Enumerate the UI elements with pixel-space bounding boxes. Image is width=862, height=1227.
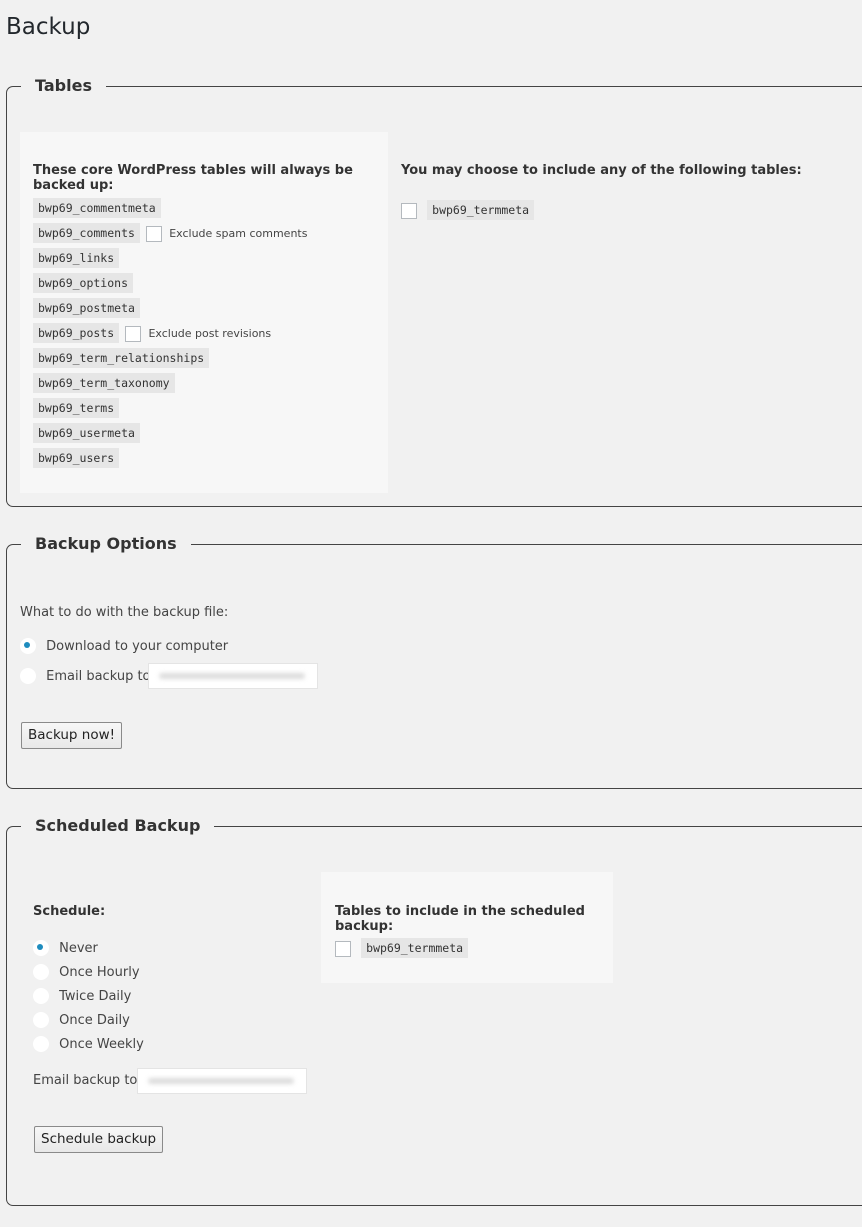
core-table-row: bwp69_options <box>33 273 134 293</box>
scheduled-table-row: bwp69_termmeta <box>335 938 469 958</box>
core-table-row: bwp69_users <box>33 448 120 468</box>
radio-once-weekly[interactable] <box>33 1036 49 1052</box>
core-tables-heading: These core WordPress tables will always … <box>33 163 353 193</box>
table-name: bwp69_term_taxonomy <box>33 373 175 393</box>
schedule-heading: Schedule: <box>33 904 106 919</box>
core-table-row: bwp69_term_taxonomy <box>33 373 175 393</box>
table-name: bwp69_postmeta <box>33 298 140 318</box>
backup-now-button[interactable]: Backup now! <box>21 722 123 749</box>
scheduled-include-termmeta-checkbox[interactable] <box>335 940 351 957</box>
radio-email-input[interactable] <box>20 668 36 684</box>
schedule-option-label[interactable]: Once Weekly <box>59 1037 144 1052</box>
radio-twice-daily[interactable] <box>33 988 49 1004</box>
core-table-row: bwp69_terms <box>33 398 120 418</box>
table-name: bwp69_term_relationships <box>33 348 210 368</box>
radio-once-daily[interactable] <box>33 1012 49 1028</box>
radio-never[interactable] <box>33 940 49 956</box>
radio-once-hourly[interactable] <box>33 964 49 980</box>
schedule-option[interactable]: Once Hourly <box>33 964 140 980</box>
blurred-email-value <box>159 673 305 679</box>
table-name: bwp69_links <box>33 248 120 268</box>
table-name: bwp69_comments <box>33 223 140 243</box>
core-table-row: bwp69_usermeta <box>33 423 140 443</box>
scheduled-email-input[interactable] <box>137 1068 307 1094</box>
scheduled-tables-heading: Tables to include in the scheduled backu… <box>335 904 585 934</box>
core-table-row: bwp69_comments Exclude spam comments <box>33 223 307 243</box>
backup-options-fieldset: Backup Options What to do with the backu… <box>6 534 862 789</box>
core-tables-panel: These core WordPress tables will always … <box>20 132 388 493</box>
radio-download-input[interactable] <box>20 638 36 654</box>
table-name: bwp69_usermeta <box>33 423 140 443</box>
schedule-option[interactable]: Twice Daily <box>33 988 131 1004</box>
schedule-option-label[interactable]: Once Hourly <box>59 965 139 980</box>
optional-table-row: bwp69_termmeta <box>401 200 535 220</box>
table-name: bwp69_users <box>33 448 120 468</box>
scheduled-backup-legend: Scheduled Backup <box>21 816 215 836</box>
exclude-revisions-checkbox[interactable] <box>125 325 142 342</box>
tables-legend: Tables <box>21 76 106 96</box>
schedule-option-label[interactable]: Twice Daily <box>59 989 131 1004</box>
core-table-row: bwp69_links <box>33 248 120 268</box>
radio-email[interactable]: Email backup to: <box>20 668 155 684</box>
core-table-row: bwp69_postmeta <box>33 298 140 318</box>
table-name: bwp69_termmeta <box>427 200 535 220</box>
core-table-row: bwp69_commentmeta <box>33 198 161 218</box>
schedule-option[interactable]: Once Weekly <box>33 1036 144 1052</box>
include-termmeta-checkbox[interactable] <box>401 202 417 219</box>
backup-email-input[interactable] <box>148 663 318 689</box>
exclude-spam-checkbox[interactable] <box>146 225 163 242</box>
tables-fieldset: Tables These core WordPress tables will … <box>6 76 862 507</box>
core-table-row: bwp69_posts Exclude post revisions <box>33 323 271 343</box>
optional-tables-heading: You may choose to include any of the fol… <box>401 163 802 178</box>
exclude-revisions-label[interactable]: Exclude post revisions <box>148 327 271 340</box>
page-title: Backup <box>6 14 91 40</box>
schedule-option-label[interactable]: Never <box>59 941 98 956</box>
radio-download[interactable]: Download to your computer <box>20 638 228 654</box>
schedule-backup-button[interactable]: Schedule backup <box>34 1126 164 1153</box>
table-name: bwp69_options <box>33 273 134 293</box>
core-table-row: bwp69_term_relationships <box>33 348 210 368</box>
radio-download-label[interactable]: Download to your computer <box>46 639 228 654</box>
schedule-option[interactable]: Once Daily <box>33 1012 130 1028</box>
backup-options-legend: Backup Options <box>21 534 191 554</box>
backup-file-question: What to do with the backup file: <box>20 605 229 620</box>
table-name: bwp69_commentmeta <box>33 198 161 218</box>
radio-email-label[interactable]: Email backup to: <box>46 669 155 684</box>
exclude-spam-label[interactable]: Exclude spam comments <box>169 227 307 240</box>
scheduled-tables-panel: Tables to include in the scheduled backu… <box>321 872 613 983</box>
table-name: bwp69_posts <box>33 323 120 343</box>
scheduled-email-label: Email backup to: <box>33 1073 142 1088</box>
schedule-option[interactable]: Never <box>33 940 98 956</box>
table-name: bwp69_terms <box>33 398 120 418</box>
table-name: bwp69_termmeta <box>361 938 469 958</box>
schedule-option-label[interactable]: Once Daily <box>59 1013 130 1028</box>
scheduled-backup-fieldset: Scheduled Backup Schedule: Never Once Ho… <box>6 816 862 1206</box>
blurred-email-value <box>148 1078 294 1084</box>
